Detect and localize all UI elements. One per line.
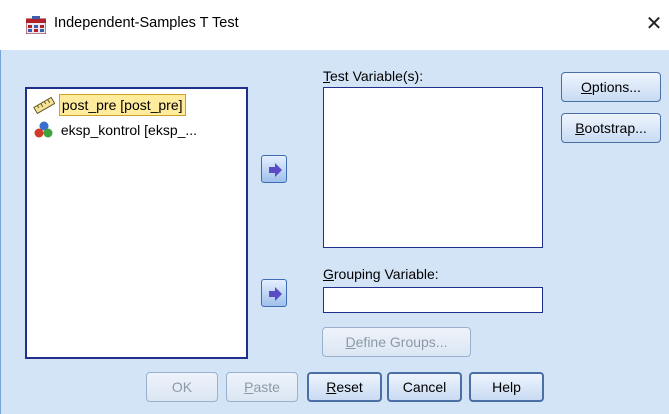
nominal-circles-icon	[34, 121, 53, 138]
cancel-button[interactable]: Cancel	[387, 372, 462, 402]
variable-label: eksp_kontrol [eksp_...	[60, 122, 198, 139]
test-variables-label: Test Variable(s):	[323, 68, 424, 84]
reset-button[interactable]: Reset	[307, 372, 382, 402]
options-button[interactable]: Options...	[561, 72, 661, 102]
window-title: Independent-Samples T Test	[54, 15, 239, 31]
test-variables-list[interactable]	[323, 87, 543, 248]
help-button[interactable]: Help	[469, 372, 544, 402]
move-to-test-variables-button[interactable]	[261, 155, 287, 183]
variable-label: post_pre [post_pre]	[58, 94, 186, 117]
app-icon	[26, 16, 46, 34]
close-button[interactable]: ✕	[639, 8, 669, 38]
source-variable-list[interactable]: post_pre [post_pre] eksp_kontrol [eksp_.…	[25, 87, 248, 359]
grouping-variable-label: Grouping Variable:	[323, 266, 439, 282]
scale-ruler-icon	[33, 97, 55, 115]
bootstrap-button[interactable]: Bootstrap...	[561, 113, 661, 143]
ok-button[interactable]: OK	[146, 372, 218, 402]
define-groups-button[interactable]: Define Groups...	[322, 327, 471, 357]
list-item[interactable]: eksp_kontrol [eksp_...	[33, 119, 199, 141]
title-bar[interactable]: Independent-Samples T Test ✕	[0, 0, 669, 50]
paste-button[interactable]: Paste	[226, 372, 298, 402]
grouping-variable-field[interactable]	[323, 287, 543, 313]
arrow-right-icon	[269, 287, 282, 301]
list-item[interactable]: post_pre [post_pre]	[33, 94, 186, 117]
move-to-grouping-variable-button[interactable]	[261, 279, 287, 307]
arrow-right-icon	[269, 163, 282, 177]
close-icon: ✕	[645, 11, 663, 35]
